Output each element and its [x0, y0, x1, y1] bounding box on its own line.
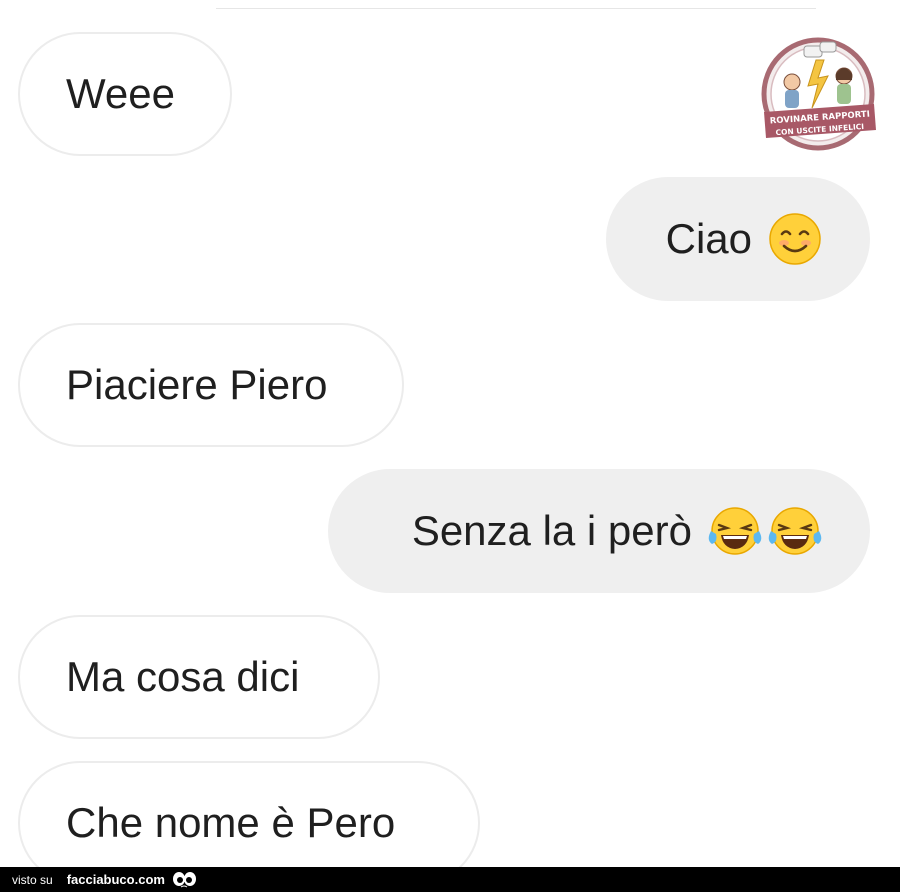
message-text: Weee: [66, 70, 175, 117]
message-text: Piaciere Piero: [66, 361, 328, 408]
incoming-message-bubble[interactable]: Weee: [18, 32, 232, 156]
smiling-face-icon: [768, 212, 822, 266]
outgoing-message-bubble[interactable]: Senza la i però: [328, 469, 870, 593]
message-text: Ma cosa dici: [66, 653, 300, 700]
incoming-message-bubble[interactable]: Piaciere Piero: [18, 323, 404, 447]
top-divider: [216, 8, 816, 9]
watermark-logo: ROVINARE RAPPORTI CON USCITE INFELICI: [760, 30, 878, 160]
tears-of-joy-icon: [768, 504, 822, 558]
tears-of-joy-icon: [708, 504, 762, 558]
message-text: Senza la i però: [411, 507, 692, 554]
incoming-message-bubble[interactable]: Ma cosa dici: [18, 615, 380, 739]
footer-visto-label: visto su: [12, 872, 53, 887]
footer-site-link[interactable]: facciabuco.com: [67, 872, 165, 887]
eyes-icon: [171, 871, 197, 889]
footer-bar: visto su facciabuco.com: [0, 867, 900, 892]
outgoing-message-bubble[interactable]: Ciao: [606, 177, 870, 301]
message-text: Ciao: [665, 215, 752, 262]
message-text: Che nome è Pero: [66, 799, 396, 846]
